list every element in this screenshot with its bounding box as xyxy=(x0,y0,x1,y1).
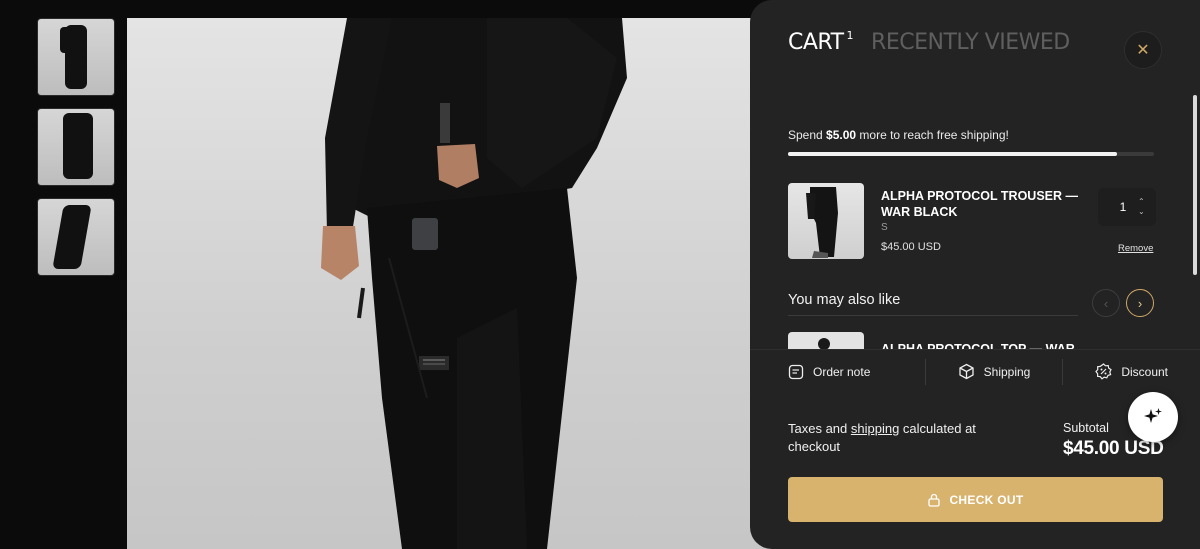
remove-link[interactable]: Remove xyxy=(1118,243,1153,254)
cart-line-item: ALPHA PROTOCOL TROUSER — WAR BLACK S $45… xyxy=(788,183,1156,261)
checkout-label: CHECK OUT xyxy=(949,492,1024,507)
recommendations-next-button[interactable]: › xyxy=(1126,289,1154,317)
free-shipping-message: Spend $5.00 more to reach free shipping! xyxy=(788,128,1009,142)
tab-recently-viewed[interactable]: RECENTLY VIEWED xyxy=(871,30,1070,55)
cart-count-badge: 1 xyxy=(846,28,854,42)
tab-cart-label: CART xyxy=(788,30,844,55)
chevron-left-icon: ‹ xyxy=(1103,295,1109,311)
progress-fill xyxy=(788,152,1118,156)
thumbnail-2[interactable] xyxy=(37,108,115,186)
note-icon xyxy=(788,364,804,379)
thumbnail-strip xyxy=(37,18,115,288)
thumbnail-1[interactable] xyxy=(37,18,115,96)
discount-button[interactable]: Discount xyxy=(1062,358,1200,385)
quantity-value[interactable]: 1 xyxy=(1098,200,1138,214)
order-note-label: Order note xyxy=(813,364,871,379)
recommendation-image[interactable] xyxy=(788,332,864,349)
recommendations-prev-button[interactable]: ‹ xyxy=(1092,289,1120,317)
drawer-scrollbar[interactable] xyxy=(1193,95,1197,275)
recommendation-photo xyxy=(818,338,830,349)
line-item-image[interactable] xyxy=(788,183,864,259)
shipping-policy-link[interactable]: shipping xyxy=(851,421,899,436)
model-silhouette xyxy=(321,18,627,549)
free-shipping-progress xyxy=(788,152,1154,156)
recommendations-heading: You may also like xyxy=(788,292,901,308)
thumbnail-3[interactable] xyxy=(37,198,115,276)
quantity-stepper[interactable]: 1 ⌃ ⌄ xyxy=(1098,188,1156,226)
lock-icon xyxy=(928,493,941,507)
quantity-arrows: ⌃ ⌄ xyxy=(1138,197,1145,217)
order-note-button[interactable]: Order note xyxy=(750,359,925,385)
line-item-photo xyxy=(806,187,838,258)
close-button[interactable]: ✕ xyxy=(1124,31,1162,69)
shipping-msg-prefix: Spend xyxy=(788,128,827,142)
line-item-title[interactable]: ALPHA PROTOCOL TROUSER — WAR BLACK xyxy=(881,188,1081,220)
shipping-label: Shipping xyxy=(983,364,1031,379)
cart-tabs: CART 1 RECENTLY VIEWED xyxy=(788,28,1070,55)
line-item-variant: S xyxy=(881,222,888,233)
assistant-button[interactable] xyxy=(1128,392,1178,442)
chevron-right-icon: › xyxy=(1137,295,1143,311)
recommendations-divider xyxy=(788,315,1078,316)
tab-cart[interactable]: CART 1 xyxy=(788,28,854,55)
subtotal-label: Subtotal xyxy=(1063,421,1109,435)
shipping-msg-suffix: more to reach free shipping! xyxy=(856,128,1009,142)
cart-drawer: CART 1 RECENTLY VIEWED ✕ Spend $5.00 more… xyxy=(750,0,1200,549)
tax-note-prefix: Taxes and xyxy=(788,421,851,436)
discount-label: Discount xyxy=(1121,364,1169,379)
shipping-msg-amount: $5.00 xyxy=(826,128,857,142)
chevron-down-icon[interactable]: ⌄ xyxy=(1138,207,1145,217)
discount-icon xyxy=(1095,363,1113,380)
tax-note: Taxes and shipping calculated at checkou… xyxy=(788,420,988,455)
shipping-button[interactable]: Shipping xyxy=(924,358,1063,385)
recommendation-title[interactable]: ALPHA PROTOCOL TOP — WAR xyxy=(881,341,1075,349)
line-item-price: $45.00 USD xyxy=(881,241,941,253)
checkout-button[interactable]: CHECK OUT xyxy=(788,477,1163,522)
close-icon: ✕ xyxy=(1136,42,1150,59)
product-page: CART 1 RECENTLY VIEWED ✕ Spend $5.00 more… xyxy=(0,0,1200,549)
product-main-image xyxy=(127,18,827,549)
box-icon xyxy=(958,363,974,380)
sparkle-icon xyxy=(1144,408,1162,423)
chevron-up-icon[interactable]: ⌃ xyxy=(1138,197,1145,207)
cart-actions-bar: Order note Shipping Discount xyxy=(750,349,1200,393)
